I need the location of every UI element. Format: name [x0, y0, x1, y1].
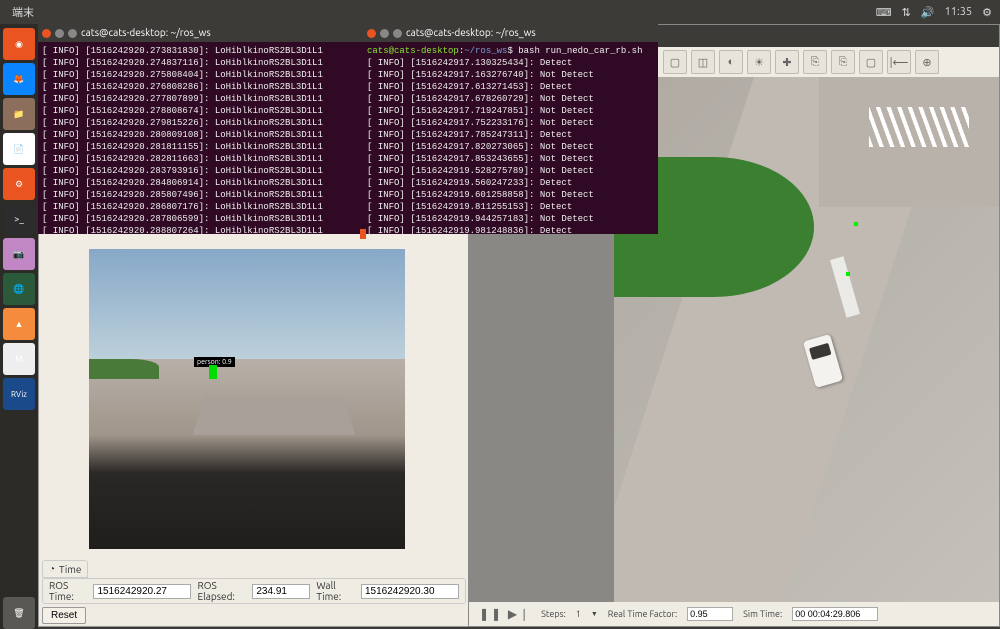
steps-value[interactable]: 1 — [576, 609, 581, 619]
gz-tool-17[interactable]: ⊕ — [915, 50, 939, 74]
gear-icon[interactable]: ⚙ — [982, 6, 992, 19]
terminal-1-titlebar[interactable]: cats@cats-desktop: ~/ros_ws — [38, 24, 363, 42]
max-icon[interactable] — [393, 29, 402, 38]
launcher-globe[interactable]: 🌐 — [3, 273, 35, 305]
ros-elapsed-field[interactable] — [252, 584, 310, 599]
network-icon[interactable]: ⇅ — [902, 6, 911, 19]
simtime-label: Sim Time: — [743, 609, 782, 619]
steps-label: Steps: — [541, 609, 566, 619]
time-panel-header[interactable]: ◔Time — [42, 560, 88, 578]
close-icon[interactable] — [367, 29, 376, 38]
terminal-1-title: cats@cats-desktop: ~/ros_ws — [81, 27, 211, 39]
gz-tool-16[interactable]: |⟵ — [887, 50, 911, 74]
gz-tool-10[interactable]: ◐ — [719, 50, 743, 74]
launcher-rviz[interactable]: RViz — [3, 378, 35, 410]
launcher-ubuntu[interactable]: ◉ — [3, 28, 35, 60]
min-icon[interactable] — [55, 29, 64, 38]
app-title: 端末 — [12, 4, 34, 20]
gz-tool-13[interactable]: ⎘ — [803, 50, 827, 74]
volume-icon[interactable]: 🔊 — [921, 6, 935, 19]
gz-tool-12[interactable]: ✚ — [775, 50, 799, 74]
gz-tool-14[interactable]: ⎘ — [831, 50, 855, 74]
input-method-icon[interactable]: ⌨ — [876, 6, 892, 19]
ros-elapsed-label: ROS Elapsed: — [197, 580, 246, 602]
launcher-app[interactable]: M — [3, 343, 35, 375]
camera-view[interactable]: person: 0.9 — [89, 249, 405, 549]
ros-time-field[interactable] — [93, 584, 191, 599]
terminal-1[interactable]: cats@cats-desktop: ~/ros_ws [ INFO] [151… — [38, 24, 363, 234]
launcher-firefox[interactable]: 🦊 — [3, 63, 35, 95]
reset-button[interactable]: Reset — [42, 607, 86, 624]
detection-box — [209, 365, 217, 379]
window-edge-indicator — [360, 229, 366, 239]
simtime-field[interactable] — [792, 607, 878, 621]
launcher-trash[interactable]: 🗑 — [3, 597, 35, 629]
clock[interactable]: 11:35 — [945, 6, 973, 18]
launcher-files[interactable]: 📁 — [3, 98, 35, 130]
gz-tool-8[interactable]: ▢ — [663, 50, 687, 74]
terminal-2[interactable]: cats@cats-desktop: ~/ros_ws cats@cats-de… — [363, 24, 658, 234]
terminal-2-output[interactable]: cats@cats-desktop:~/ros_ws$ bash run_ned… — [363, 42, 658, 234]
launcher-terminal[interactable]: >_ — [3, 203, 35, 235]
launcher-settings[interactable]: ⚙ — [3, 168, 35, 200]
gazebo-3d-view[interactable] — [614, 77, 999, 602]
gazebo-statusbar: ❚❚ ▶❘ Steps: 1▼ Real Time Factor: Sim Ti… — [469, 602, 999, 626]
play-pause-button[interactable]: ❚❚ ▶❘ — [479, 607, 531, 621]
terminal-2-titlebar[interactable]: cats@cats-desktop: ~/ros_ws — [363, 24, 658, 42]
launcher-writer[interactable]: 📄 — [3, 133, 35, 165]
close-icon[interactable] — [42, 29, 51, 38]
max-icon[interactable] — [68, 29, 77, 38]
min-icon[interactable] — [380, 29, 389, 38]
gz-tool-15[interactable]: ▢ — [859, 50, 883, 74]
ros-time-label: ROS Time: — [49, 580, 87, 602]
rtf-field[interactable] — [687, 607, 733, 621]
rtf-label: Real Time Factor: — [608, 609, 677, 619]
gz-tool-9[interactable]: ◫ — [691, 50, 715, 74]
time-panel: ROS Time: ROS Elapsed: Wall Time: — [42, 578, 466, 604]
gz-tool-11[interactable]: ☀ — [747, 50, 771, 74]
wall-time-field[interactable] — [361, 584, 459, 599]
launcher-cheese[interactable]: 📷 — [3, 238, 35, 270]
menubar: 端末 ⌨ ⇅ 🔊 11:35 ⚙ — [0, 0, 1000, 24]
wall-time-label: Wall Time: — [316, 580, 355, 602]
launcher-blender[interactable]: ▲ — [3, 308, 35, 340]
terminal-2-title: cats@cats-desktop: ~/ros_ws — [406, 27, 536, 39]
unity-launcher: ◉🦊📁📄⚙>_📷🌐▲MRViz 🗑 — [0, 24, 38, 629]
terminal-1-output[interactable]: [ INFO] [1516242920.273831830]: LoHiblki… — [38, 42, 363, 234]
